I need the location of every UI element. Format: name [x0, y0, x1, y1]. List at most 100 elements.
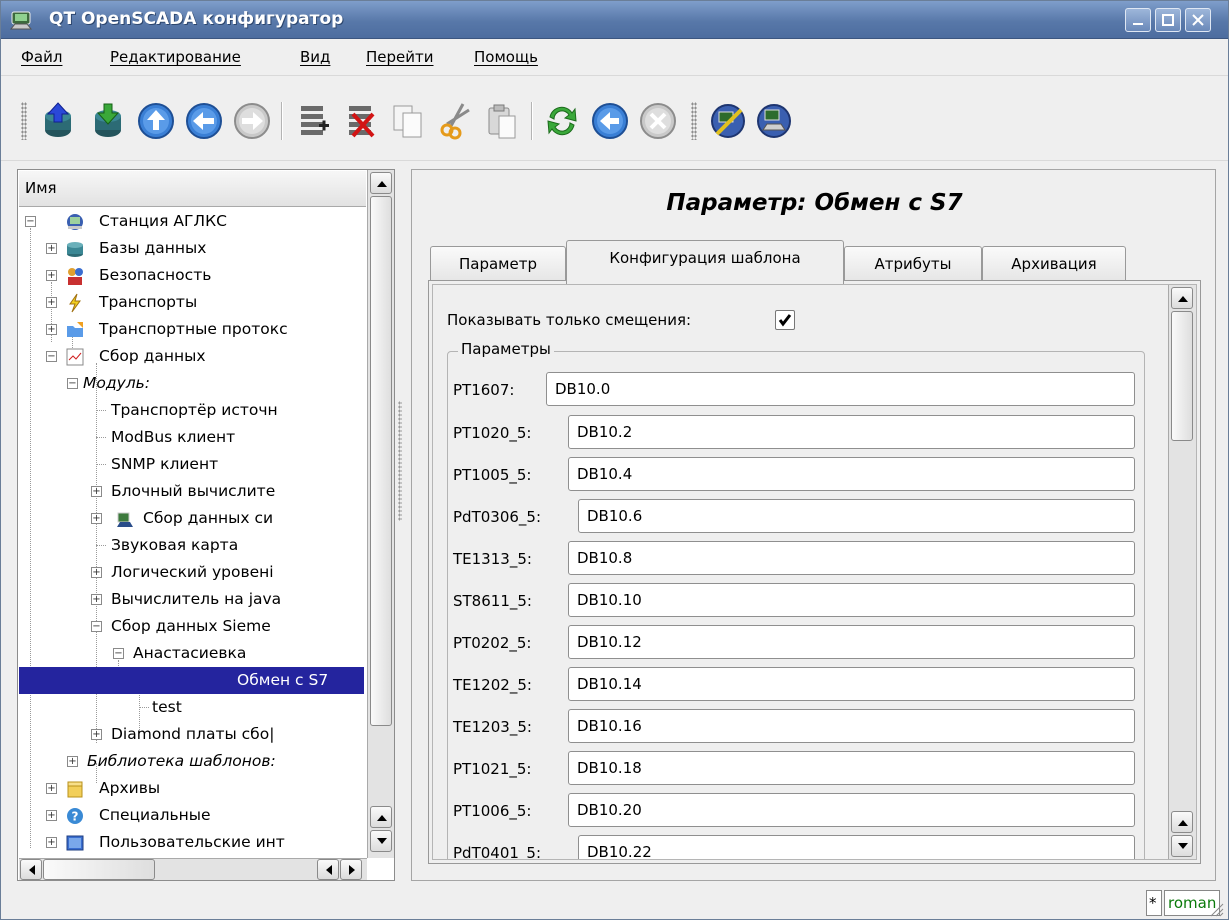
- tree-item[interactable]: + Архивы: [19, 775, 366, 802]
- param-value-input[interactable]: DB10.22: [578, 835, 1135, 859]
- tab-archiving[interactable]: Архивация: [982, 246, 1126, 282]
- copy-button[interactable]: [387, 100, 429, 142]
- tree-item[interactable]: + Транспортные протокс: [19, 316, 366, 343]
- param-value-input[interactable]: DB10.20: [568, 793, 1135, 827]
- tree-item[interactable]: Транспортёр источн: [19, 397, 366, 424]
- expand-icon[interactable]: +: [46, 810, 57, 821]
- delete-item-button[interactable]: [341, 100, 383, 142]
- param-value-input[interactable]: DB10.8: [568, 541, 1135, 575]
- param-value-input[interactable]: DB10.10: [568, 583, 1135, 617]
- toolbar-grip[interactable]: [691, 102, 697, 140]
- station-manage-button[interactable]: [753, 100, 795, 142]
- minimize-button[interactable]: [1125, 8, 1151, 32]
- menu-help[interactable]: Помощь: [474, 48, 538, 66]
- tree-item[interactable]: Звуковая карта: [19, 532, 366, 559]
- tree-item[interactable]: + Diamond платы сбо|: [19, 721, 366, 748]
- panel-splitter[interactable]: [398, 401, 402, 521]
- scroll-right-button[interactable]: [340, 859, 362, 880]
- scroll-up-button[interactable]: [370, 806, 392, 828]
- menu-view[interactable]: Вид: [300, 48, 330, 66]
- scroll-up-button[interactable]: [1171, 811, 1193, 833]
- scroll-down-button[interactable]: [370, 830, 392, 852]
- show-offsets-checkbox[interactable]: [775, 310, 795, 330]
- tree-horizontal-scrollbar[interactable]: [19, 858, 367, 880]
- scroll-thumb[interactable]: [1171, 311, 1193, 441]
- tree-header[interactable]: Имя: [19, 171, 366, 207]
- tree-item-selected[interactable]: Обмен с S7: [19, 667, 364, 694]
- expand-icon[interactable]: +: [46, 837, 57, 848]
- tree-item[interactable]: + ? Специальные: [19, 802, 366, 829]
- tree-item[interactable]: + Сбор данных си: [19, 505, 366, 532]
- param-value-input[interactable]: DB10.2: [568, 415, 1135, 449]
- collapse-icon[interactable]: −: [113, 648, 124, 659]
- scroll-left-button[interactable]: [20, 859, 42, 880]
- expand-icon[interactable]: +: [46, 243, 57, 254]
- expand-icon[interactable]: +: [91, 486, 102, 497]
- resize-grip-icon[interactable]: [1208, 901, 1224, 917]
- tree-item[interactable]: + Блочный вычислите: [19, 478, 366, 505]
- tree-item[interactable]: + Логический уровені: [19, 559, 366, 586]
- station-connect-button[interactable]: [707, 100, 749, 142]
- expand-icon[interactable]: +: [46, 297, 57, 308]
- stop-button[interactable]: [637, 100, 679, 142]
- param-value-input[interactable]: DB10.16: [568, 709, 1135, 743]
- scroll-up-button[interactable]: [370, 172, 392, 194]
- param-value-input[interactable]: DB10.14: [568, 667, 1135, 701]
- tab-attributes[interactable]: Атрибуты: [844, 246, 982, 282]
- scroll-thumb[interactable]: [43, 859, 155, 880]
- expand-icon[interactable]: +: [91, 729, 102, 740]
- db-save-button[interactable]: [87, 100, 129, 142]
- expand-icon[interactable]: +: [91, 594, 102, 605]
- scroll-left-button[interactable]: [317, 859, 339, 880]
- tree-item[interactable]: − Сбор данных Sieme: [19, 613, 366, 640]
- collapse-icon[interactable]: −: [25, 216, 36, 227]
- param-value-input[interactable]: DB10.0: [546, 372, 1135, 406]
- tree-item[interactable]: test: [19, 694, 366, 721]
- add-item-button[interactable]: [293, 100, 335, 142]
- title-bar[interactable]: QT OpenSCADA конфигуратор: [1, 1, 1228, 39]
- expand-icon[interactable]: +: [46, 270, 57, 281]
- tab-template-config[interactable]: Конфигурация шаблона: [566, 240, 844, 284]
- refresh-button[interactable]: [541, 100, 583, 142]
- tree-item[interactable]: SNMP клиент: [19, 451, 366, 478]
- collapse-icon[interactable]: −: [91, 621, 102, 632]
- menu-file[interactable]: Файл: [21, 48, 62, 66]
- tree-item[interactable]: ModBus клиент: [19, 424, 366, 451]
- toolbar-grip[interactable]: [21, 102, 27, 140]
- navigation-tree[interactable]: − Станция АГЛКС + Базы данных + Безопасн…: [19, 208, 366, 858]
- expand-icon[interactable]: +: [46, 324, 57, 335]
- config-vertical-scrollbar[interactable]: [1168, 285, 1196, 859]
- scroll-up-button[interactable]: [1171, 287, 1193, 309]
- tree-item[interactable]: + Пользовательские инт: [19, 829, 366, 856]
- start-button[interactable]: [589, 100, 631, 142]
- tab-parameter[interactable]: Параметр: [430, 246, 566, 282]
- cut-button[interactable]: [435, 100, 477, 142]
- expand-icon[interactable]: +: [91, 567, 102, 578]
- tree-item[interactable]: + Вычислитель на java: [19, 586, 366, 613]
- param-value-input[interactable]: DB10.6: [578, 499, 1135, 533]
- expand-icon[interactable]: +: [67, 756, 78, 767]
- tree-item[interactable]: − Анастасиевка: [19, 640, 366, 667]
- scroll-thumb[interactable]: [370, 196, 392, 726]
- expand-icon[interactable]: +: [91, 513, 102, 524]
- param-value-input[interactable]: DB10.18: [568, 751, 1135, 785]
- menu-go[interactable]: Перейти: [366, 48, 434, 66]
- go-up-button[interactable]: [135, 100, 177, 142]
- maximize-button[interactable]: [1155, 8, 1181, 32]
- db-load-button[interactable]: [37, 100, 79, 142]
- tree-item[interactable]: − Станция АГЛКС: [19, 208, 366, 235]
- paste-button[interactable]: [481, 100, 523, 142]
- collapse-icon[interactable]: −: [46, 351, 57, 362]
- close-button[interactable]: [1185, 8, 1211, 32]
- tree-item[interactable]: + Безопасность: [19, 262, 366, 289]
- scroll-down-button[interactable]: [1171, 835, 1193, 857]
- tree-item[interactable]: + Базы данных: [19, 235, 366, 262]
- collapse-icon[interactable]: −: [67, 378, 78, 389]
- tree-vertical-scrollbar[interactable]: [367, 170, 394, 858]
- param-value-input[interactable]: DB10.12: [568, 625, 1135, 659]
- tree-item[interactable]: − Модуль:: [19, 370, 366, 397]
- go-forward-button[interactable]: [231, 100, 273, 142]
- tree-item[interactable]: + Библиотека шаблонов:: [19, 748, 366, 775]
- go-back-button[interactable]: [183, 100, 225, 142]
- menu-edit[interactable]: Редактирование: [110, 48, 241, 66]
